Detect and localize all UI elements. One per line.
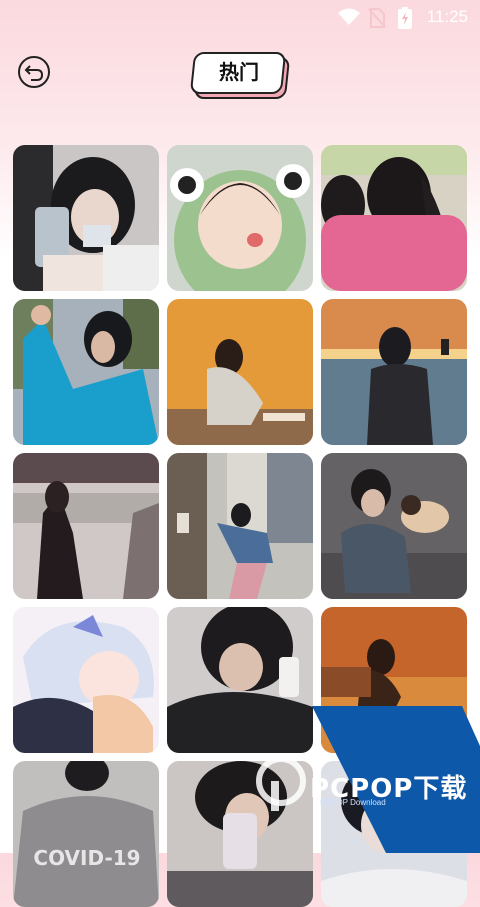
photo-tile-13[interactable]: COVID-19 [13, 761, 159, 907]
photo-tile-3[interactable] [321, 145, 467, 291]
photo-tile-2[interactable] [167, 145, 313, 291]
photo-tile-10[interactable] [13, 607, 159, 753]
no-sim-icon [368, 8, 386, 28]
photo-tile-8[interactable] [167, 453, 313, 599]
hoodie-text: COVID-19 [33, 846, 140, 870]
photo-tile-1[interactable] [13, 145, 159, 291]
title-text: 热门 [219, 62, 259, 84]
status-bar: 11:25 [0, 0, 480, 34]
wifi-icon [338, 8, 360, 25]
photo-tile-12[interactable] [321, 607, 467, 753]
photo-tile-11[interactable] [167, 607, 313, 753]
watermark-subtext: PCPOP Download [320, 798, 386, 807]
photo-tile-5[interactable] [167, 299, 313, 445]
photo-tile-6[interactable] [321, 299, 467, 445]
status-time: 11:25 [426, 7, 468, 26]
page-title: 热门 [189, 52, 291, 99]
photo-tile-4[interactable] [13, 299, 159, 445]
photo-tile-7[interactable] [13, 453, 159, 599]
photo-tile-14[interactable] [167, 761, 313, 907]
battery-charging-icon [398, 7, 412, 29]
back-arrow-icon[interactable] [17, 55, 51, 89]
photo-tile-9[interactable] [321, 453, 467, 599]
